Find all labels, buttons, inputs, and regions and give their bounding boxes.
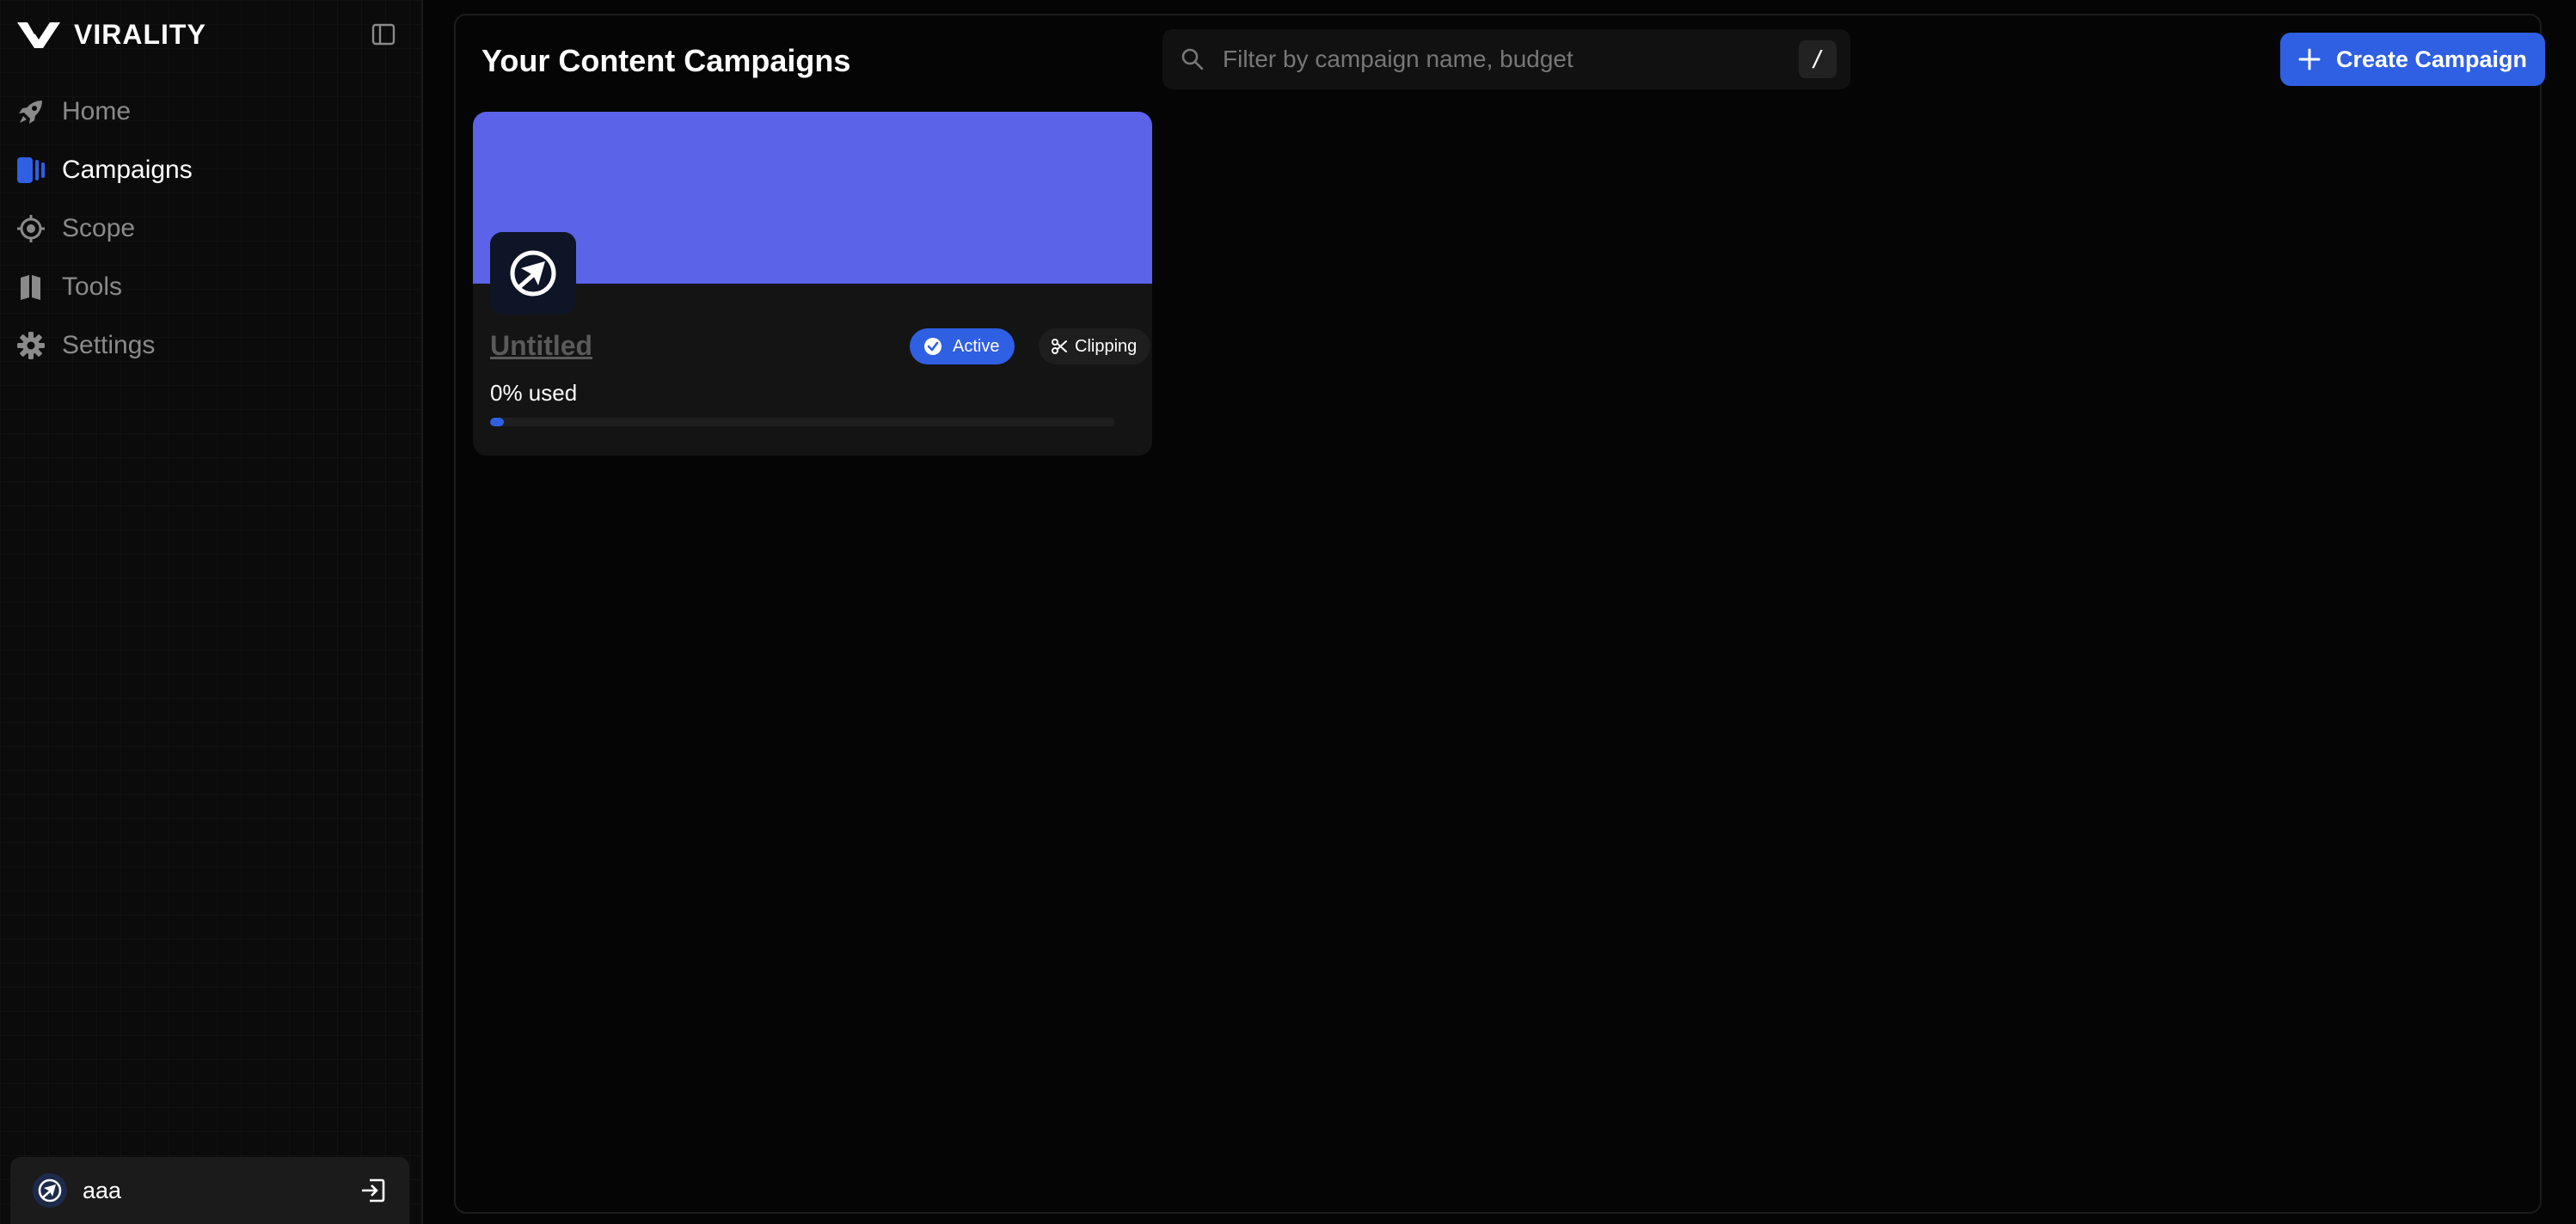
logout-button[interactable] — [358, 1175, 389, 1206]
scissors-icon — [1052, 339, 1067, 354]
sidebar-item-label: Scope — [62, 214, 136, 242]
airplane-logo-icon — [490, 232, 576, 315]
sidebar-toggle-icon — [371, 23, 396, 46]
sidebar-toggle-button[interactable] — [368, 19, 399, 50]
sidebar-nav: Home Campaigns Scope Tools Settings — [15, 83, 408, 375]
sidebar-item-label: Home — [62, 97, 132, 125]
search-bar[interactable]: / — [1162, 29, 1850, 89]
user-profile[interactable]: aaa — [10, 1157, 409, 1224]
campaign-card[interactable]: Untitled Active Clipping 0% used — [473, 112, 1152, 456]
campaigns-icon — [15, 155, 46, 186]
sidebar-item-scope[interactable]: Scope — [15, 199, 408, 258]
search-shortcut-hint: / — [1799, 40, 1837, 78]
sidebar-item-label: Settings — [62, 331, 156, 359]
create-campaign-label: Create Campaign — [2335, 46, 2528, 72]
logout-icon — [362, 1178, 385, 1203]
virality-v-logo-icon — [17, 22, 60, 48]
search-icon — [1181, 48, 1204, 70]
sidebar-item-label: Campaigns — [62, 156, 193, 184]
type-badge-label: Clipping — [1075, 336, 1138, 356]
crosshair-icon — [15, 213, 46, 244]
sidebar-item-home[interactable]: Home — [15, 83, 408, 141]
main-panel: Your Content Campaigns / Create Campaign… — [454, 14, 2545, 1214]
search-input[interactable] — [1223, 46, 1799, 73]
brand[interactable]: VIRALITY — [15, 15, 206, 53]
budget-usage-label: 0% used — [490, 380, 578, 406]
gear-icon — [15, 330, 46, 361]
sidebar-item-settings[interactable]: Settings — [15, 316, 408, 375]
budget-progress-fill — [490, 418, 504, 426]
campaign-title-link[interactable]: Untitled — [490, 330, 592, 362]
sidebar: VIRALITY Home Campaigns Scope Tools Sett… — [0, 0, 423, 1224]
sidebar-item-tools[interactable]: Tools — [15, 258, 408, 316]
page-title: Your Content Campaigns — [481, 43, 851, 78]
book-icon — [15, 272, 46, 303]
status-badge: Active — [910, 328, 1015, 364]
budget-progress-bar — [490, 418, 1114, 426]
plus-icon — [2298, 48, 2321, 70]
airplane-avatar-icon — [33, 1173, 67, 1208]
type-badge: Clipping — [1039, 328, 1151, 364]
user-name: aaa — [83, 1177, 122, 1203]
brand-name: VIRALITY — [74, 18, 206, 50]
create-campaign-button[interactable]: Create Campaign — [2280, 33, 2545, 86]
rocket-icon — [15, 96, 46, 127]
check-circle-icon — [924, 338, 941, 355]
sidebar-item-campaigns[interactable]: Campaigns — [15, 141, 408, 199]
status-badge-label: Active — [953, 336, 1000, 356]
sidebar-item-label: Tools — [62, 272, 123, 301]
